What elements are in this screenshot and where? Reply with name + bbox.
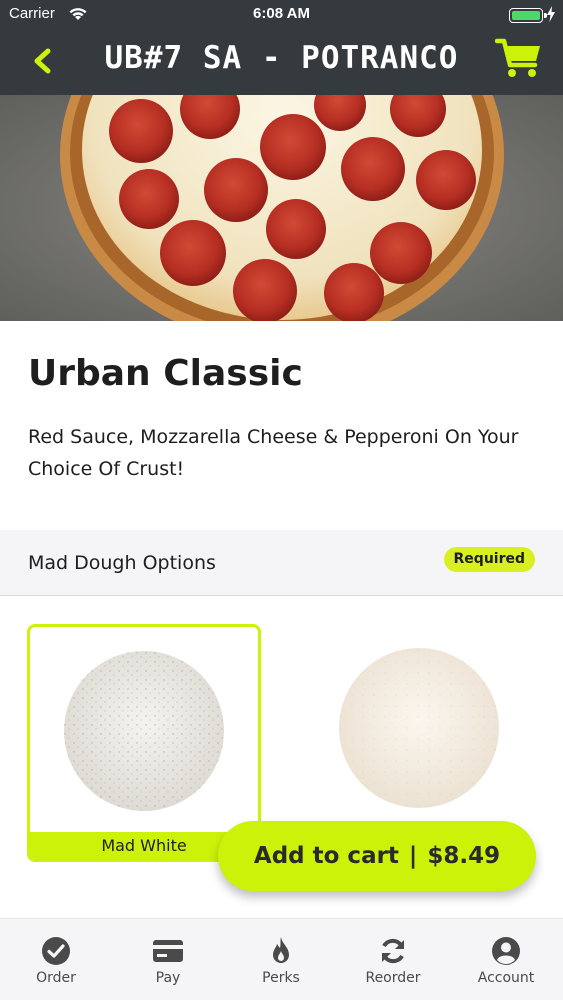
cart-icon[interactable] [495, 36, 543, 80]
credit-card-icon [153, 940, 183, 962]
battery-icon [509, 8, 547, 23]
tab-label: Pay [155, 970, 181, 986]
dough-image [339, 648, 499, 808]
add-to-cart-label: Add to cart [253, 843, 399, 869]
tab-label: Account [477, 970, 535, 986]
tab-label: Order [36, 970, 76, 986]
product-name: Urban Classic [28, 353, 303, 394]
tab-reorder[interactable]: Reorder [337, 919, 449, 1000]
tab-bar: Order Pay Perks Reorder Account [0, 918, 563, 1000]
product-description: Red Sauce, Mozzarella Cheese & Pepperoni… [28, 426, 519, 480]
refresh-icon [382, 938, 404, 964]
status-bar: Carrier 6:08 AM [0, 0, 563, 30]
cart-price: $8.49 [427, 843, 501, 869]
tab-label: Reorder [365, 970, 421, 986]
required-badge: Required [443, 547, 535, 572]
options-section-header: Mad Dough Options Required [0, 530, 563, 596]
nav-header: UB#7 SA - POTRANCO [0, 30, 563, 95]
tab-pay[interactable]: Pay [112, 919, 224, 1000]
tab-label: Perks [262, 970, 300, 986]
store-title: UB#7 SA - POTRANCO [104, 40, 459, 76]
dough-image [64, 651, 224, 811]
user-circle-icon [492, 937, 520, 965]
add-to-cart-button[interactable]: Add to cart | $8.49 [218, 821, 536, 891]
tab-account[interactable]: Account [450, 919, 562, 1000]
dough-option-mad-white[interactable]: Mad White [27, 624, 261, 862]
options-section-title: Mad Dough Options [28, 552, 216, 574]
tab-order[interactable]: Order [0, 919, 112, 1000]
check-circle-icon [42, 937, 70, 965]
add-to-cart-separator: | [408, 843, 418, 869]
clock: 6:08 AM [253, 5, 310, 22]
tab-perks[interactable]: Perks [225, 919, 337, 1000]
charging-bolt-icon [547, 6, 555, 22]
pizza-hero-image [0, 95, 563, 321]
flame-icon [273, 937, 289, 963]
